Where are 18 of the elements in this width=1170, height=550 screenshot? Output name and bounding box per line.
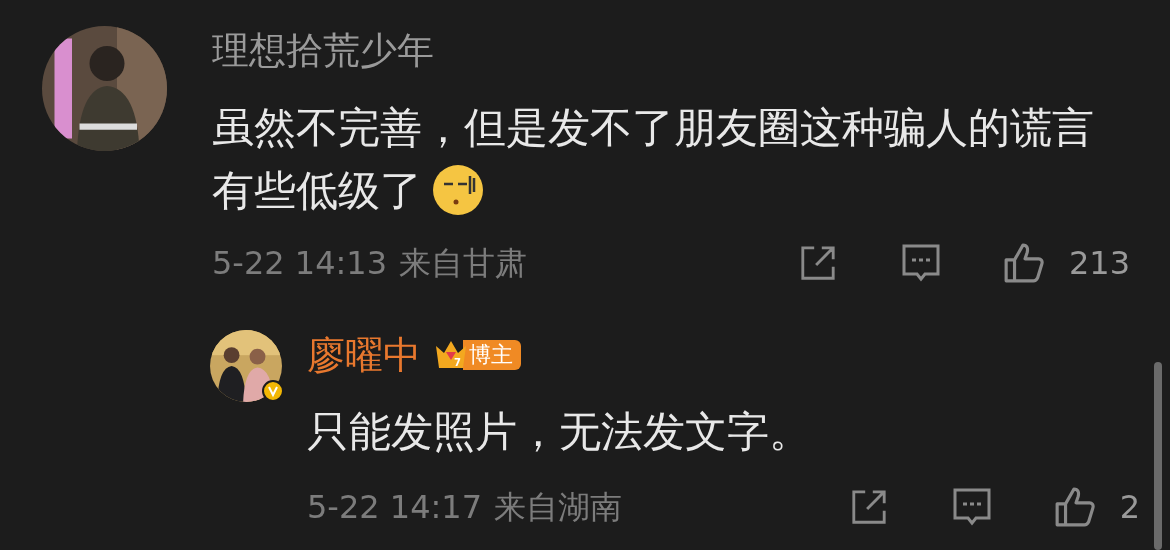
like-count: 213 [1068,243,1130,284]
thumbs-up-icon[interactable] [1053,486,1096,528]
comment-icon[interactable] [900,243,941,283]
author-name[interactable]: 理想拾荒少年 [212,23,434,79]
comment-location: 来自甘肃 [399,243,527,284]
comment-time: 5-22 14:13 [212,243,387,284]
author-name[interactable]: 廖曜中 [307,326,421,384]
scrollbar[interactable] [1154,362,1162,550]
comment-time: 5-22 14:17 [307,487,482,528]
thumbs-up-icon[interactable] [1002,242,1045,284]
share-icon[interactable] [798,244,837,282]
share-icon[interactable] [849,488,888,526]
badge-label: 博主 [463,340,521,370]
comment-text: 虽然不完善，但是发不了朋友圈这种骗人的谎言有些低级了 [212,103,1094,215]
comment-icon[interactable] [951,487,992,527]
comment-location: 来自湖南 [494,487,622,528]
comment-text: 只能发照片，无法发文字。 [307,407,811,456]
like-count: 2 [1119,487,1140,528]
